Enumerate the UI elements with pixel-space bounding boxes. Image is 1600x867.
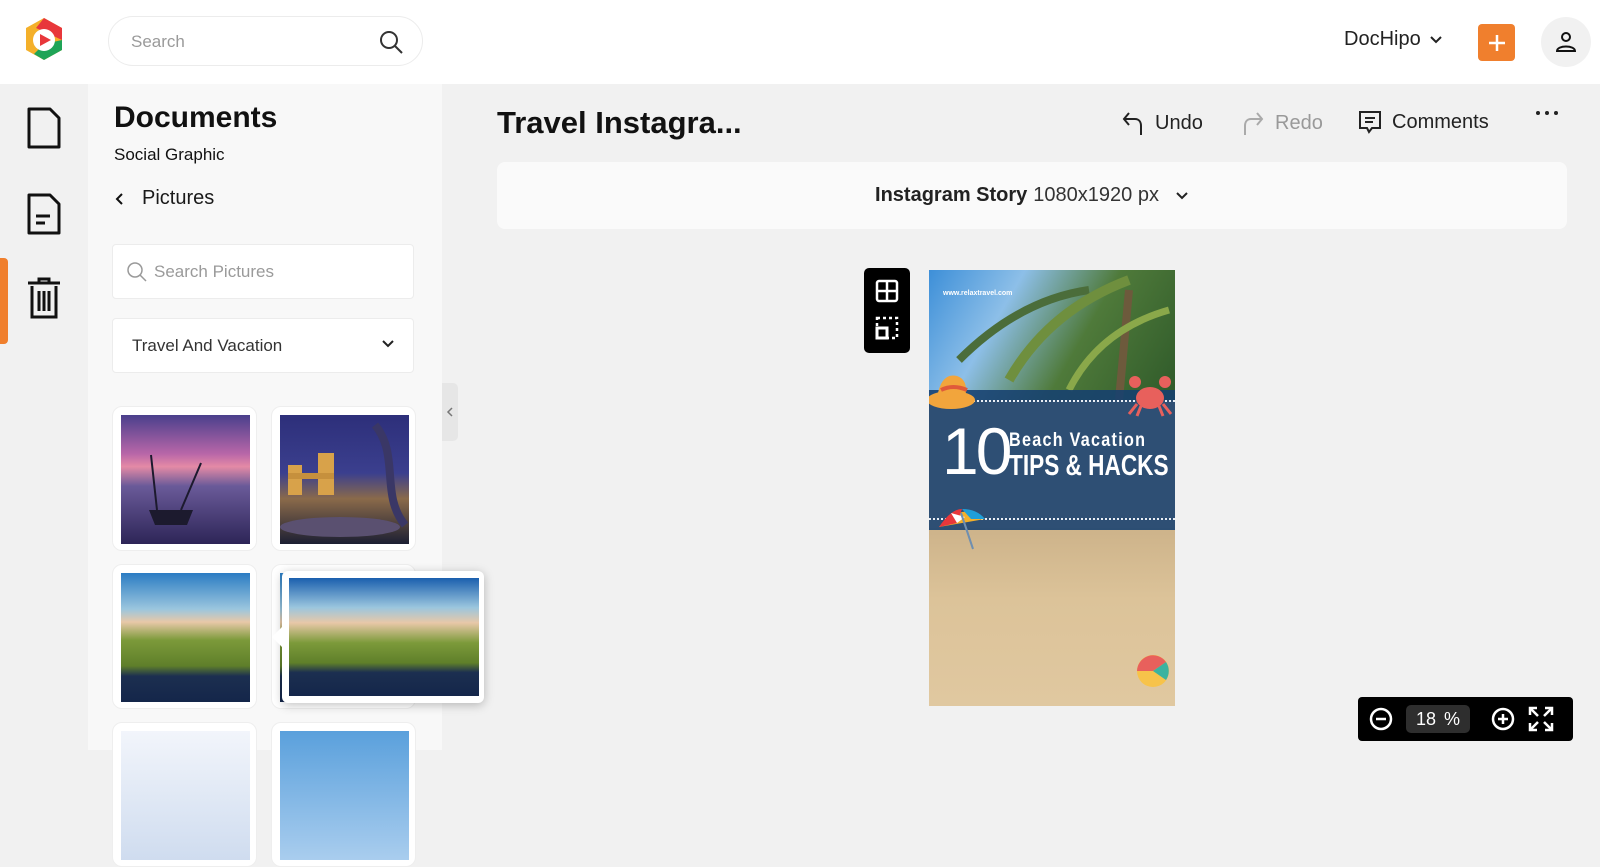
search-icon[interactable] xyxy=(378,29,404,55)
sky-1-image xyxy=(121,731,250,860)
design-url: www.relaxtravel.com xyxy=(943,290,1013,297)
document-icon xyxy=(27,107,61,149)
chevron-down-icon xyxy=(1429,35,1442,43)
panel-subtitle: Social Graphic xyxy=(114,145,225,164)
picture-hover-preview xyxy=(272,571,484,703)
design-number: 10 xyxy=(942,414,1012,488)
search-pictures-input[interactable]: Search Pictures xyxy=(112,244,414,299)
search-icon xyxy=(127,262,147,282)
crab-sticker xyxy=(1127,376,1173,417)
search-placeholder: Search xyxy=(131,32,185,51)
sun-hat-sticker xyxy=(929,375,975,409)
zoom-value: 18 xyxy=(1415,708,1436,729)
document-title[interactable]: Travel Instagra... xyxy=(497,105,742,141)
chevron-down-icon xyxy=(382,340,394,348)
preview-image xyxy=(289,578,479,696)
panel-title: Documents xyxy=(114,101,278,134)
account-dropdown[interactable]: DocHipo xyxy=(1344,28,1443,51)
design-line2: TIPS & HACKS xyxy=(1009,450,1169,482)
boat-at-sunset-image xyxy=(121,415,250,544)
zoom-unit: % xyxy=(1444,708,1461,729)
create-button[interactable] xyxy=(1478,24,1515,61)
design-line1: Beach Vacation xyxy=(1009,430,1147,451)
format-size: 1080x1920 px xyxy=(1033,184,1159,206)
rail-item-documents[interactable] xyxy=(26,106,62,150)
chevron-left-icon xyxy=(115,192,123,205)
global-search-input[interactable]: Search xyxy=(108,16,423,66)
search-pictures-placeholder: Search Pictures xyxy=(154,262,274,281)
beach-ball-sticker xyxy=(1137,655,1169,687)
category-value: Travel And Vacation xyxy=(132,336,283,355)
plus-icon xyxy=(1488,34,1505,51)
trash-icon xyxy=(28,277,60,319)
undo-label: Undo xyxy=(1155,111,1203,134)
zoom-controls: 18 % xyxy=(1358,697,1573,741)
comments-button[interactable]: Comments xyxy=(1358,110,1489,134)
redo-icon xyxy=(1244,112,1264,135)
format-name: Instagram Story xyxy=(875,184,1028,206)
beach-umbrella-sticker xyxy=(939,509,985,550)
design-canvas[interactable]: www.relaxtravel.com 10 Beach Vacation TI… xyxy=(929,270,1175,706)
picture-thumbnail[interactable] xyxy=(112,722,257,867)
zoom-out-icon[interactable] xyxy=(1368,706,1394,732)
back-label: Pictures xyxy=(142,187,215,209)
chevron-down-icon xyxy=(1176,191,1188,199)
comments-label: Comments xyxy=(1392,110,1489,133)
sky-2-image xyxy=(280,731,409,860)
collapse-panel-button[interactable] xyxy=(442,383,458,441)
tower-bridge-night-image xyxy=(280,415,409,544)
rail-item-social-graphic[interactable] xyxy=(26,192,62,236)
category-select[interactable]: Travel And Vacation xyxy=(112,318,414,373)
select-area-icon[interactable] xyxy=(875,316,899,340)
account-label: DocHipo xyxy=(1344,28,1421,50)
back-to-pictures[interactable]: Pictures xyxy=(114,187,214,210)
picture-thumbnail[interactable] xyxy=(271,722,416,867)
cyclist-hills-road-image xyxy=(121,573,250,702)
undo-icon xyxy=(1122,112,1142,135)
left-rail xyxy=(0,84,88,750)
fullscreen-icon[interactable] xyxy=(1528,706,1554,732)
rail-item-trash[interactable] xyxy=(26,276,62,320)
picture-thumbnail[interactable] xyxy=(271,406,416,551)
undo-button[interactable]: Undo xyxy=(1121,110,1203,136)
zoom-level-input[interactable]: 18 % xyxy=(1406,705,1470,733)
picture-thumbnail[interactable] xyxy=(112,406,257,551)
grid-icon[interactable] xyxy=(875,279,899,303)
preview-arrow xyxy=(272,627,282,647)
dochipo-logo[interactable] xyxy=(22,16,66,62)
comments-icon xyxy=(1359,111,1381,134)
zoom-in-icon[interactable] xyxy=(1490,706,1516,732)
user-icon xyxy=(1555,32,1577,52)
document-text-icon xyxy=(27,193,61,235)
top-bar: Search DocHipo xyxy=(0,0,1600,84)
format-size-selector[interactable]: Instagram Story 1080x1920 px xyxy=(497,162,1567,229)
more-options-button[interactable] xyxy=(1535,110,1559,116)
redo-button[interactable]: Redo xyxy=(1241,110,1323,136)
canvas-toolbox xyxy=(864,268,910,353)
picture-thumbnail[interactable] xyxy=(112,564,257,709)
active-indicator xyxy=(0,258,8,344)
chevron-left-icon xyxy=(446,407,453,417)
redo-label: Redo xyxy=(1275,111,1323,134)
user-avatar-button[interactable] xyxy=(1541,17,1591,67)
more-horizontal-icon xyxy=(1536,111,1558,115)
